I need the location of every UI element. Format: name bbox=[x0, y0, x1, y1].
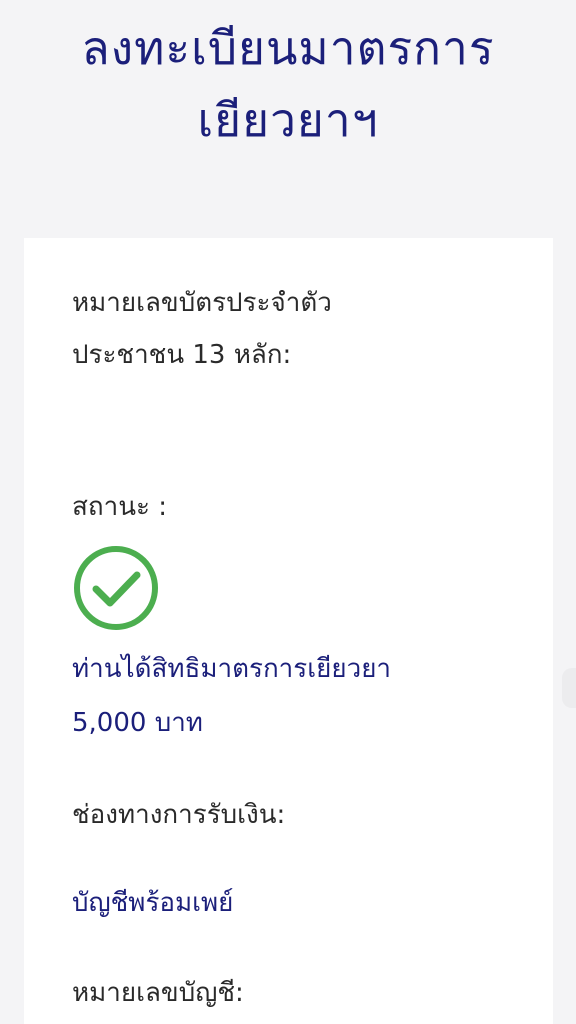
status-label: สถานะ : bbox=[72, 492, 167, 522]
id-number-label-line-1: หมายเลขบัตรประจำตัว bbox=[72, 288, 332, 318]
account-number-label: หมายเลขบัญชี: bbox=[72, 978, 244, 1008]
registration-result-card: หมายเลขบัตรประจำตัว ประชาชน 13 หลัก: สถา… bbox=[24, 238, 553, 1024]
payment-channel-label: ช่องทางการรับเงิน: bbox=[72, 800, 286, 830]
page-title: ลงทะเบียนมาตรการ เยียวยาฯ bbox=[0, 12, 576, 156]
page-title-line-1: ลงทะเบียนมาตรการ bbox=[81, 21, 495, 75]
payment-channel-value: บัญชีพร้อมเพย์ bbox=[72, 888, 234, 918]
check-circle-icon bbox=[74, 546, 158, 630]
id-number-label-line-2: ประชาชน 13 หลัก: bbox=[72, 340, 292, 370]
scroll-edge-handle bbox=[562, 668, 576, 708]
entitlement-amount: 5,000 บาท bbox=[72, 708, 203, 738]
page-title-line-2: เยียวยาฯ bbox=[197, 93, 379, 147]
entitlement-text-line-1: ท่านได้สิทธิมาตรการเยียวยา bbox=[72, 654, 392, 684]
